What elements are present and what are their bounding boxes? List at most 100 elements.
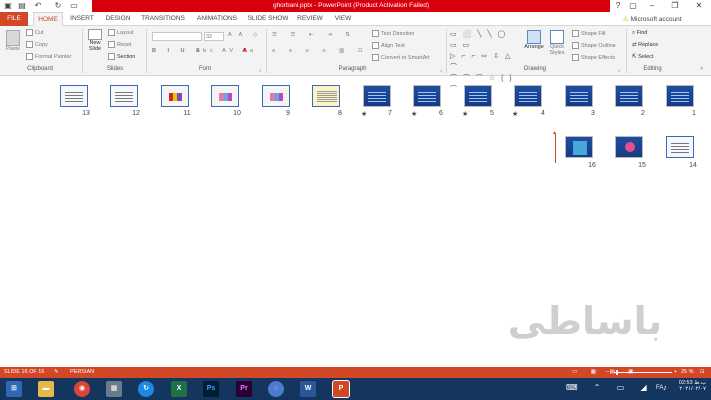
slide-number: 2 [641, 110, 645, 117]
zoom-out-icon[interactable]: – [606, 367, 609, 378]
file-explorer-icon[interactable]: ▬ [38, 381, 54, 397]
reset-button[interactable]: Reset [108, 41, 131, 48]
save-icon[interactable]: ▤ [17, 1, 27, 11]
shapes-gallery[interactable]: ▭ ⬜ ╲ ╲ ◯ ▭ ▭ ▷ ⌐ ⌐ ⇨ ⇩ △ ⌒ ⌒ ⌒ ⌒ ☆ { } ⌒ [450, 29, 518, 93]
find-button[interactable]: ⌕ Find [632, 30, 647, 37]
slide-number: 6 [439, 110, 443, 117]
new-slide-button[interactable]: New Slide [86, 29, 104, 52]
slide-thumbnail[interactable] [615, 136, 643, 158]
format-painter-button[interactable]: Format Painter [26, 53, 71, 60]
help-button[interactable]: ? [611, 0, 625, 12]
font-name-combo[interactable] [152, 32, 202, 41]
ribbon-display-icon[interactable]: ▢ [626, 0, 640, 12]
slide-thumbnail[interactable] [161, 85, 189, 107]
premiere-icon[interactable]: Pr [236, 381, 252, 397]
copy-button[interactable]: Copy [26, 41, 48, 48]
slide-thumbnail[interactable] [464, 85, 492, 107]
slide-thumbnail[interactable] [60, 85, 88, 107]
section-button[interactable]: Section [108, 53, 135, 60]
list-buttons[interactable]: ☰ ☰ ⇤ ⇥ ⇅ [272, 32, 356, 38]
slide-thumbnail[interactable] [615, 85, 643, 107]
account-area[interactable]: ⚠ Microsoft account [623, 15, 682, 23]
collapse-ribbon-icon[interactable]: ˄ [700, 66, 703, 72]
slide-number: 15 [638, 162, 646, 169]
slide-thumbnail[interactable] [312, 85, 340, 107]
zoom-in-icon[interactable]: + [674, 367, 677, 378]
paste-button[interactable]: Paste [4, 30, 22, 52]
account-name: Microsoft account [630, 16, 682, 23]
word-icon[interactable]: W [300, 381, 316, 397]
tab-home[interactable]: HOME [33, 12, 63, 27]
slide-thumbnail[interactable] [565, 136, 593, 158]
clock[interactable]: 02:53 ب.ظ ۲۰۲۱/۰۲/۰۷ [670, 380, 706, 392]
quick-styles-button[interactable]: Quick Styles [547, 30, 567, 56]
start-button-icon[interactable]: ⊞ [6, 381, 22, 397]
restore-button[interactable]: ❐ [668, 0, 682, 12]
window-title: ghorbani.pptx - PowerPoint (Product Acti… [92, 0, 610, 12]
drawing-dialog-launcher[interactable]: ⌟ [618, 67, 621, 73]
zoom-slider[interactable] [614, 372, 672, 373]
slide-info[interactable]: SLIDE 16 OF 16 [4, 367, 44, 378]
group-separator [626, 29, 627, 73]
redo-icon[interactable]: ↻ [53, 1, 63, 11]
cut-button[interactable]: Cut [26, 29, 44, 36]
shape-outline-button[interactable]: Shape Outline [572, 42, 616, 49]
language-indicator[interactable]: PERSIAN [70, 367, 94, 378]
font-dialog-launcher[interactable]: ⌟ [259, 67, 262, 73]
replace-button[interactable]: ⇄ Replace [632, 42, 658, 48]
slide-thumbnail[interactable] [110, 85, 138, 107]
copy-icon [26, 41, 33, 48]
spell-check-icon[interactable]: ✎ [54, 367, 59, 378]
minimize-button[interactable]: – [645, 0, 659, 12]
tab-file[interactable]: FILE [0, 12, 28, 26]
layout-button[interactable]: Layout [108, 29, 134, 36]
zoom-level[interactable]: 25 % [681, 367, 694, 378]
excel-icon[interactable]: X [171, 381, 187, 397]
font-spacing-buttons[interactable]: abc AV Aa [196, 48, 257, 54]
tab-insert[interactable]: INSERT [67, 12, 97, 26]
tab-animations[interactable]: ANIMATIONS [192, 12, 242, 26]
chat-app-icon[interactable]: ◌ [268, 381, 284, 397]
slide-thumbnail[interactable] [211, 85, 239, 107]
start-slideshow-icon[interactable]: ▭ [69, 1, 79, 11]
slide-thumbnail[interactable] [262, 85, 290, 107]
shape-effects-button[interactable]: Shape Effects [572, 54, 615, 61]
shape-fill-button[interactable]: Shape Fill [572, 30, 605, 37]
network-app-icon[interactable]: ▦ [106, 381, 122, 397]
fit-to-window-icon[interactable]: ⊡ [700, 367, 705, 378]
alignment-buttons[interactable]: ≡ ≡ ≡ ≡ ▥ ☷ [272, 48, 369, 54]
convert-smartart-button[interactable]: Convert to SmartArt [372, 54, 430, 61]
tab-review[interactable]: REVIEW [294, 12, 326, 26]
chrome-icon[interactable]: ◉ [74, 381, 90, 397]
input-language[interactable]: FA [656, 385, 663, 391]
font-color-button[interactable]: A [243, 48, 247, 54]
align-text-button[interactable]: Align Text [372, 42, 405, 49]
zoom-slider-thumb[interactable] [616, 370, 618, 375]
slide-thumbnail[interactable] [666, 85, 694, 107]
arrange-button[interactable]: Arrange [523, 30, 545, 50]
slide-sorter: 13 12 11 10 9 8 ★ 7 ★ 6 ★ 5 ★ 4 3 2 1 ▲ … [0, 77, 711, 367]
slide-thumbnail[interactable] [514, 85, 542, 107]
slide-thumbnail[interactable] [565, 85, 593, 107]
text-direction-button[interactable]: Text Direction [372, 30, 414, 37]
clear-formatting-icon[interactable]: ◇ [253, 32, 257, 38]
undo-icon[interactable]: ↶ [33, 1, 43, 11]
slide-thumbnail[interactable] [363, 85, 391, 107]
tab-view[interactable]: VIEW [330, 12, 356, 26]
slide-number: 8 [338, 110, 342, 117]
slide-thumbnail[interactable] [413, 85, 441, 107]
powerpoint-taskbar-icon[interactable]: P [332, 380, 350, 398]
font-size-grow-shrink[interactable]: A A [228, 32, 245, 38]
slide-thumbnail[interactable] [666, 136, 694, 158]
taskbar: ⊞ ▬ ◉ ▦ ↻ X Ps Pr ◌ W P ⌨ ⌃ ▭ ◢ ♪ FA 02:… [0, 378, 711, 400]
select-button[interactable]: ⇱ Select [632, 54, 653, 60]
paragraph-dialog-launcher[interactable]: ⌟ [440, 67, 443, 73]
tab-design[interactable]: DESIGN [102, 12, 134, 26]
sync-app-icon[interactable]: ↻ [138, 381, 154, 397]
close-button[interactable]: ✕ [692, 0, 706, 12]
tab-transitions[interactable]: TRANSITIONS [138, 12, 188, 26]
slide-number: 14 [689, 162, 697, 169]
photoshop-icon[interactable]: Ps [203, 381, 219, 397]
tab-slide-show[interactable]: SLIDE SHOW [246, 12, 290, 26]
font-size-combo[interactable]: 32 [204, 32, 224, 41]
